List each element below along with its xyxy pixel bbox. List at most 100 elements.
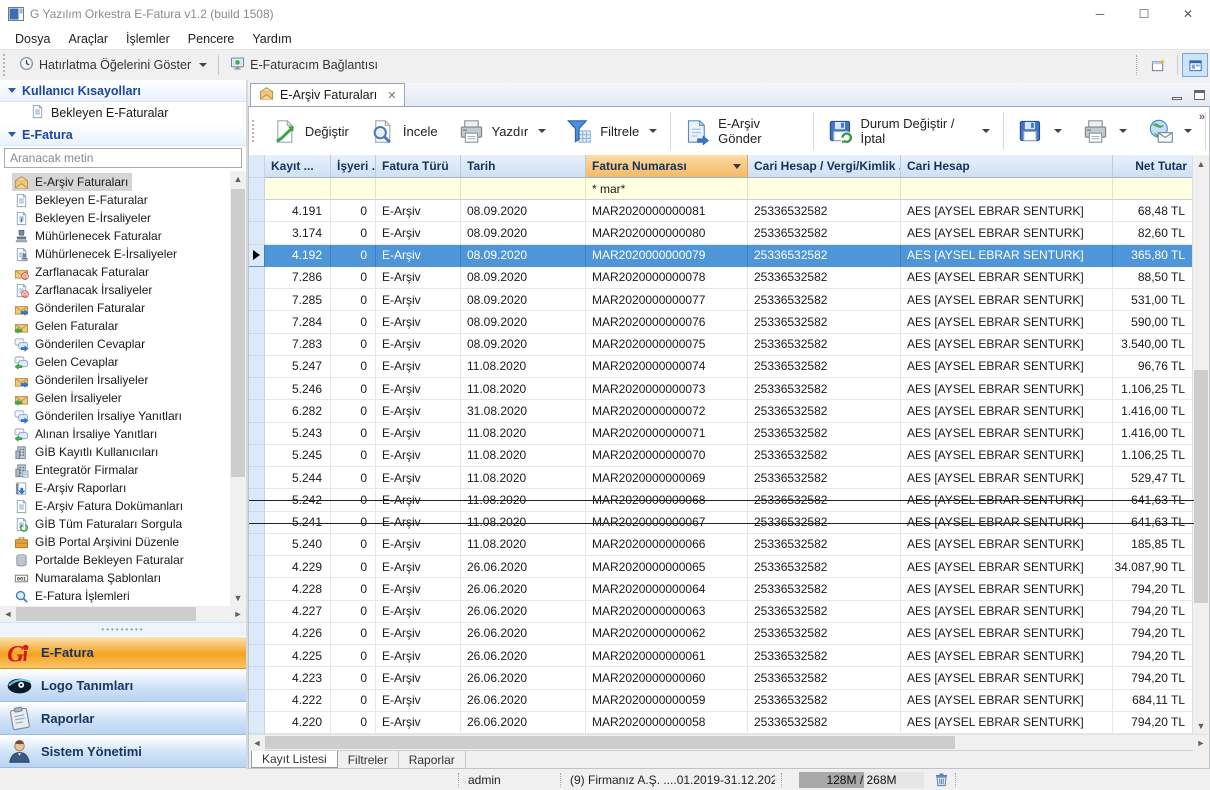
scroll-up-icon[interactable]: ▲	[1193, 155, 1209, 172]
tree-item[interactable]: Mühürlenecek Faturalar	[0, 227, 230, 245]
durum-de-i-tir-i-ptal-button[interactable]: Durum Değiştir / İptal	[817, 110, 1001, 152]
collapse-icon[interactable]	[8, 132, 16, 137]
tree-item[interactable]: Gelen Faturalar	[0, 317, 230, 335]
scroll-left-icon[interactable]: ◄	[0, 606, 16, 622]
column-header-isyeri[interactable]: İşyeri ...	[331, 155, 376, 178]
tree-vertical-scrollbar[interactable]: ▲ ▼	[230, 171, 246, 606]
chevron-down-icon[interactable]	[649, 129, 657, 133]
de-i-tir-button[interactable]: Değiştir	[261, 110, 359, 152]
tree-item[interactable]: GİB Portal Arşivini Düzenle	[0, 533, 230, 551]
table-row[interactable]: 5.2400E-Arşiv11.08.2020MAR20200000000662…	[249, 534, 1209, 556]
connection-button[interactable]: E-Faturacım Bağlantısı	[223, 53, 385, 77]
table-row[interactable]: 5.2450E-Arşiv11.08.2020MAR20200000000702…	[249, 445, 1209, 467]
table-row[interactable]: 7.2860E-Arşiv08.09.2020MAR20200000000782…	[249, 267, 1209, 289]
chevron-down-icon[interactable]	[1184, 129, 1192, 133]
table-row[interactable]: 4.2250E-Arşiv26.06.2020MAR20200000000612…	[249, 645, 1209, 667]
tree-item[interactable]: 001Numaralama Şablonları	[0, 569, 230, 587]
reminder-button[interactable]: Hatırlatma Öğelerini Göster	[12, 53, 214, 77]
table-row[interactable]: 5.2470E-Arşiv11.08.2020MAR20200000000742…	[249, 356, 1209, 378]
scrollbar-thumb[interactable]	[1194, 370, 1208, 603]
grid-vertical-scrollbar[interactable]: ▲ ▼	[1192, 155, 1209, 734]
chevron-down-icon[interactable]	[1119, 129, 1127, 133]
scroll-right-icon[interactable]: ►	[1193, 735, 1209, 751]
tree-item[interactable]: Gönderilen Faturalar	[0, 299, 230, 317]
tree-item[interactable]: Gönderilen Cevaplar	[0, 335, 230, 353]
filter-cell-tarih[interactable]	[461, 178, 586, 200]
close-button[interactable]: ✕	[1166, 0, 1210, 28]
accordion-item-sistem-y-netimi[interactable]: Sistem Yönetimi	[0, 735, 246, 768]
accordion-item-logo-tan-mlar-[interactable]: Logo Tanımları	[0, 669, 246, 702]
sidebar-splitter[interactable]: •••••••••	[0, 622, 246, 636]
chevron-down-icon[interactable]	[199, 63, 207, 67]
scroll-up-icon[interactable]: ▲	[230, 171, 246, 187]
scroll-right-icon[interactable]: ►	[230, 606, 246, 622]
tree-horizontal-scrollbar[interactable]: ◄ ►	[0, 606, 246, 622]
tab-close-icon[interactable]: ✕	[387, 89, 396, 102]
table-row[interactable]: 4.2230E-Arşiv26.06.2020MAR20200000000602…	[249, 667, 1209, 689]
collapse-icon[interactable]	[8, 88, 16, 93]
filter-cell-no[interactable]: * mar*	[586, 178, 748, 200]
chevron-down-icon[interactable]	[1054, 129, 1062, 133]
chevron-down-icon[interactable]	[982, 129, 990, 133]
chevron-down-icon[interactable]	[538, 129, 546, 133]
scroll-down-icon[interactable]: ▼	[1193, 717, 1209, 734]
tree-item[interactable]: GİB Tüm Faturaları Sorgula	[0, 515, 230, 533]
filter-cell-kayit[interactable]	[265, 178, 331, 200]
layout-view-button[interactable]	[1182, 53, 1208, 77]
scrollbar-thumb[interactable]	[231, 189, 245, 477]
toolbar-grip[interactable]	[252, 120, 257, 142]
tree-item[interactable]: Mühürlenecek E-İrsaliyeler	[0, 245, 230, 263]
i-ncele-button[interactable]: İncele	[359, 110, 448, 152]
table-row[interactable]: 5.2410E-Arşiv11.08.2020MAR20200000000672…	[249, 512, 1209, 534]
table-row[interactable]: 4.2200E-Arşiv26.06.2020MAR20200000000582…	[249, 712, 1209, 734]
filter-cell-vkn[interactable]	[748, 178, 901, 200]
menu-item-araçlar[interactable]: Araçlar	[59, 30, 117, 48]
tab-e-arsiv-faturalari[interactable]: E-Arşiv Faturaları ✕	[250, 83, 405, 106]
scroll-left-icon[interactable]: ◄	[249, 735, 265, 751]
table-row[interactable]: 4.2270E-Arşiv26.06.2020MAR20200000000632…	[249, 601, 1209, 623]
accordion-item-raporlar[interactable]: Raporlar	[0, 702, 246, 735]
tree-item[interactable]: Gönderilen İrsaliyeler	[0, 371, 230, 389]
column-header-vkn[interactable]: Cari Hesap / Vergi/Kimlik ...	[748, 155, 901, 178]
tree-item[interactable]: Gelen İrsaliyeler	[0, 389, 230, 407]
bottom-tab-filtreler[interactable]: Filtreler	[338, 751, 399, 768]
table-row[interactable]: 5.2440E-Arşiv11.08.2020MAR20200000000692…	[249, 467, 1209, 489]
table-row[interactable]: 5.2420E-Arşiv11.08.2020MAR20200000000682…	[249, 489, 1209, 511]
memory-gauge[interactable]: 128M / 268M	[799, 772, 924, 788]
menu-item-dosya[interactable]: Dosya	[6, 30, 59, 48]
bottom-tab-raporlar[interactable]: Raporlar	[399, 751, 466, 768]
table-row[interactable]: 5.2430E-Arşiv11.08.2020MAR20200000000712…	[249, 423, 1209, 445]
tree-item[interactable]: Bekleyen E-Faturalar	[0, 191, 230, 209]
menu-item-pencere[interactable]: Pencere	[179, 30, 244, 48]
table-row[interactable]: 7.2850E-Arşiv08.09.2020MAR20200000000772…	[249, 289, 1209, 311]
new-layout-button[interactable]	[1145, 53, 1171, 77]
table-row[interactable]: 4.2220E-Arşiv26.06.2020MAR20200000000592…	[249, 690, 1209, 712]
filtrele-button[interactable]: Filtrele	[556, 110, 667, 152]
toolbar-overflow-button[interactable]: »	[1199, 111, 1205, 123]
menu-item-i̇şlemler[interactable]: İşlemler	[117, 30, 179, 48]
table-row[interactable]: 4.2260E-Arşiv26.06.2020MAR20200000000622…	[249, 623, 1209, 645]
bottom-tab-kay-t-listesi[interactable]: Kayıt Listesi	[251, 751, 338, 768]
table-row[interactable]: 3.1740E-Arşiv08.09.2020MAR20200000000802…	[249, 222, 1209, 244]
scrollbar-thumb[interactable]	[16, 607, 196, 621]
scroll-down-icon[interactable]: ▼	[230, 590, 246, 606]
scrollbar-thumb[interactable]	[265, 736, 955, 749]
tree-item[interactable]: Portalde Bekleyen Faturalar	[0, 551, 230, 569]
tree-item[interactable]: Gönderilen İrsaliye Yanıtları	[0, 407, 230, 425]
sidebar-item-bekleyen-e-faturalar[interactable]: Bekleyen E-Faturalar	[0, 102, 246, 124]
mail-button[interactable]	[1137, 110, 1202, 152]
table-row[interactable]: 6.2820E-Arşiv31.08.2020MAR20200000000722…	[249, 400, 1209, 422]
accordion-item-e-fatura[interactable]: GE-Fatura	[0, 636, 246, 669]
tree-item[interactable]: E-Arşiv Faturaları	[0, 173, 230, 191]
tree-item[interactable]: E-Fatura İşlemleri	[0, 587, 230, 605]
tree-item[interactable]: Alınan İrsaliye Yanıtları	[0, 425, 230, 443]
tree-item[interactable]: Gelen Cevaplar	[0, 353, 230, 371]
search-input[interactable]	[4, 148, 242, 168]
filter-cell-tur[interactable]	[376, 178, 461, 200]
panel-maximize-button[interactable]	[1188, 87, 1210, 103]
tree-item[interactable]: E-Arşiv Fatura Dokümanları	[0, 497, 230, 515]
column-header-no[interactable]: Fatura Numarası	[586, 155, 748, 178]
column-header-net[interactable]: Net Tutar	[1113, 155, 1194, 178]
grid-horizontal-scrollbar[interactable]: ◄ ►	[249, 734, 1209, 750]
trash-icon[interactable]	[934, 772, 949, 787]
